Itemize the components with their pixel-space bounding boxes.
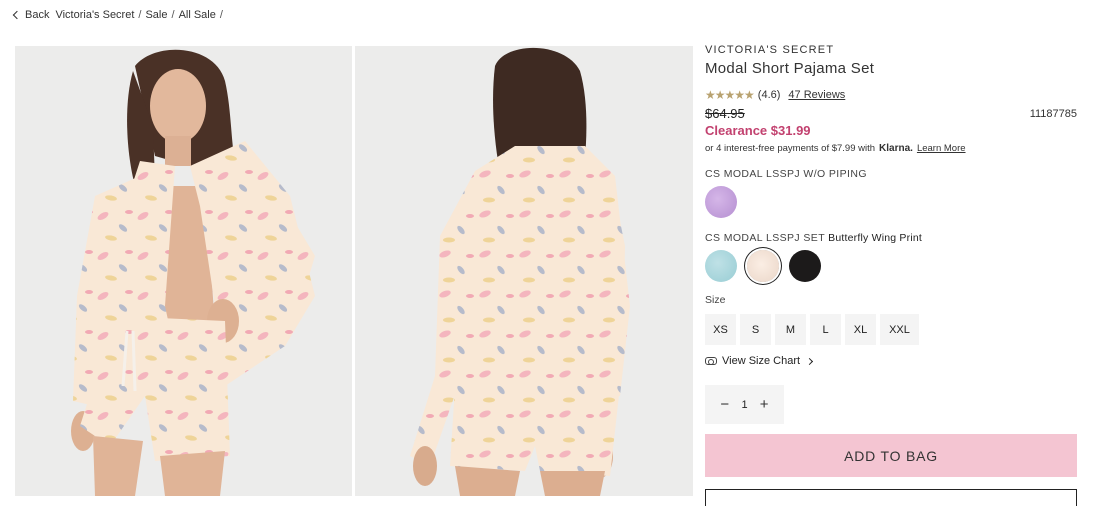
breadcrumb-separator: / <box>219 9 223 21</box>
size-option-s[interactable]: S <box>740 314 771 345</box>
color-group-2-label: CS MODAL LSSPJ SET Butterfly Wing Print <box>705 232 1077 244</box>
color-group-2-name: CS MODAL LSSPJ SET <box>705 232 825 244</box>
brand-name: VICTORIA'S SECRET <box>705 44 835 56</box>
color-swatch-black[interactable] <box>789 250 821 282</box>
size-option-xl[interactable]: XL <box>845 314 876 345</box>
add-to-bag-button[interactable]: ADD TO BAG <box>705 434 1077 477</box>
model-front-illustration <box>71 49 315 496</box>
tape-measure-icon <box>705 357 717 365</box>
color-swatch-aqua[interactable] <box>705 250 737 282</box>
size-option-xxl[interactable]: XXL <box>880 314 919 345</box>
size-option-xs[interactable]: XS <box>705 314 736 345</box>
product-sku: 11187785 <box>1029 107 1077 120</box>
rating-value: (4.6) <box>757 89 781 101</box>
product-title: Modal Short Pajama Set <box>705 60 875 77</box>
quantity-decrease-button[interactable]: − <box>718 396 732 413</box>
breadcrumb-separator: / <box>138 9 142 21</box>
breadcrumb-separator: / <box>171 9 175 21</box>
selected-color-name: Butterfly Wing Print <box>828 232 923 244</box>
back-label: Back <box>25 9 50 21</box>
price-row: $64.95 11187785 <box>705 106 1077 121</box>
size-option-l[interactable]: L <box>810 314 841 345</box>
color-group-2-swatches <box>705 250 1077 282</box>
color-swatch-lavender[interactable] <box>705 186 737 218</box>
reviews-link[interactable]: 47 Reviews <box>788 89 845 101</box>
product-details: VICTORIA'S SECRET Modal Short Pajama Set… <box>705 44 1077 506</box>
size-chart-link[interactable]: View Size Chart <box>705 355 1077 367</box>
model-back-illustration <box>410 47 630 496</box>
size-options: XS S M L XL XXL <box>705 314 1077 345</box>
size-label: Size <box>705 294 726 306</box>
product-image-front[interactable] <box>15 46 352 496</box>
quantity-value[interactable]: 1 <box>741 399 747 411</box>
original-price: $64.95 <box>705 106 745 121</box>
star-rating-icon: ★★★★★ <box>705 88 755 102</box>
clearance-price: Clearance $31.99 <box>705 123 811 138</box>
chevron-left-icon <box>12 10 22 20</box>
breadcrumb: Back Victoria's Secret / Sale / All Sale… <box>12 9 227 21</box>
klarna-learn-more-link[interactable]: Learn More <box>917 143 966 154</box>
size-chart-label: View Size Chart <box>722 355 801 367</box>
color-group-1-swatches <box>705 186 1077 218</box>
breadcrumb-link-all-sale[interactable]: All Sale <box>179 9 216 21</box>
secondary-action-button[interactable] <box>705 489 1077 506</box>
color-group-1-label: CS MODAL LSSPJ W/O PIPING <box>705 168 867 180</box>
product-image-back[interactable] <box>355 46 693 496</box>
klarna-logo: Klarna. <box>879 143 913 154</box>
size-option-m[interactable]: M <box>775 314 806 345</box>
breadcrumb-link-home[interactable]: Victoria's Secret <box>55 9 134 21</box>
quantity-stepper: − 1 + <box>705 385 784 424</box>
color-swatch-butterfly-selected[interactable] <box>747 250 779 282</box>
klarna-row: or 4 interest-free payments of $7.99 wit… <box>705 143 1077 154</box>
klarna-text: or 4 interest-free payments of $7.99 wit… <box>705 143 876 154</box>
chevron-right-icon <box>806 357 814 365</box>
breadcrumb-link-sale[interactable]: Sale <box>145 9 167 21</box>
back-link[interactable]: Back <box>12 9 50 21</box>
rating-row: ★★★★★ (4.6) 47 Reviews <box>705 88 1077 102</box>
quantity-increase-button[interactable]: + <box>757 396 771 413</box>
